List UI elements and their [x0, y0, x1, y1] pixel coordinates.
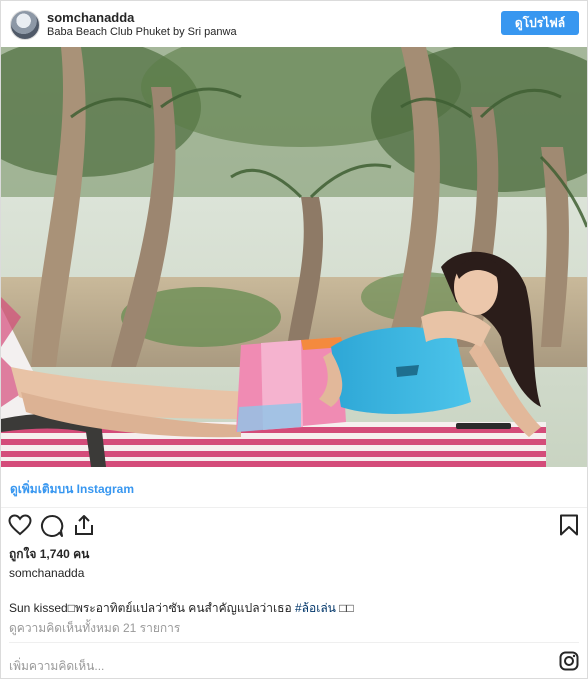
view-all-comments-link[interactable]: ดูความคิดเห็นทั้งหมด 21 รายการ: [9, 619, 180, 638]
caption-author[interactable]: somchanadda: [9, 566, 84, 580]
add-comment-input[interactable]: เพิ่มความคิดเห็น...: [9, 657, 104, 676]
caption-trailing: □□: [335, 601, 354, 615]
view-more-on-instagram[interactable]: ดูเพิ่มเติมบน Instagram: [1, 467, 587, 508]
photo-illustration: [1, 47, 587, 467]
post-header: somchanadda Baba Beach Club Phuket by Sr…: [1, 1, 587, 47]
divider: [9, 642, 579, 643]
caption: Sun kissed□พระอาทิตย์แปลว่าซัน คนสำคัญแป…: [9, 599, 354, 618]
location[interactable]: Baba Beach Club Phuket by Sri panwa: [47, 26, 237, 38]
username[interactable]: somchanadda: [47, 10, 134, 25]
hashtag-link[interactable]: #ล้อเล่น: [295, 601, 336, 615]
post-photo[interactable]: [1, 47, 587, 467]
likes-count[interactable]: ถูกใจ 1,740 คน: [9, 545, 89, 564]
comment-icon[interactable]: [40, 514, 64, 538]
share-icon[interactable]: [72, 513, 96, 537]
instagram-embed: somchanadda Baba Beach Club Phuket by Sr…: [0, 0, 588, 679]
bookmark-icon[interactable]: [559, 514, 579, 536]
action-bar: [1, 507, 587, 543]
heart-icon[interactable]: [8, 514, 32, 536]
caption-text: Sun kissed□พระอาทิตย์แปลว่าซัน คนสำคัญแป…: [9, 601, 295, 615]
view-profile-button[interactable]: ดูโปรไฟล์: [501, 11, 579, 35]
avatar[interactable]: [10, 10, 40, 40]
instagram-logo-icon[interactable]: [559, 651, 579, 671]
view-more-link-text[interactable]: ดูเพิ่มเติมบน Instagram: [10, 480, 134, 499]
